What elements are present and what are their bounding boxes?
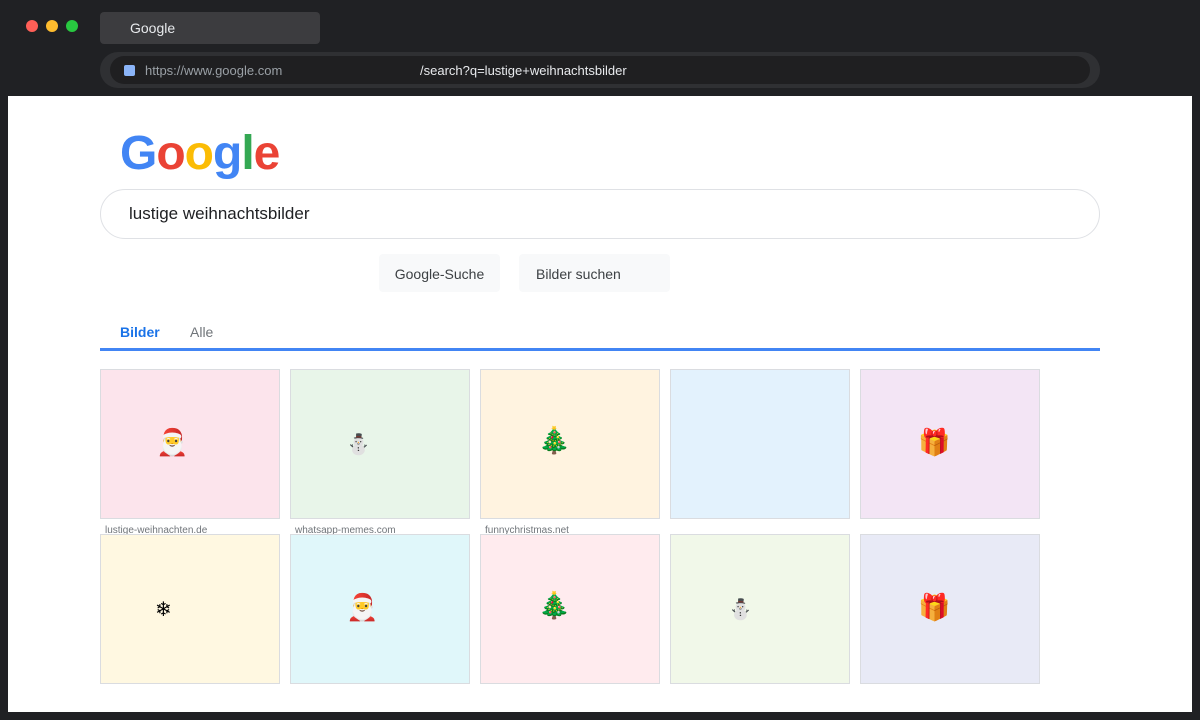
tab-all[interactable]: Alle (190, 324, 213, 340)
christmas-tree-icon: 🎄 (538, 591, 571, 621)
logo-letter: e (253, 127, 281, 180)
url-host: https://www.google.com (145, 63, 283, 78)
search-box[interactable] (100, 189, 1100, 239)
image-result[interactable]: ❄ (100, 534, 280, 684)
snowman-icon: ⛄ (728, 597, 753, 621)
logo-letter: o (184, 127, 214, 180)
image-result[interactable]: 🎅 (100, 369, 280, 519)
snowman-icon: ⛄ (346, 432, 371, 456)
gift-icon: 🎁 (918, 428, 951, 458)
tab-images[interactable]: Bilder (120, 324, 160, 340)
logo-letter: l (241, 127, 254, 180)
snowflake-icon: ❄ (155, 597, 172, 621)
url-path: /search?q=lustige+weihnachtsbilder (420, 63, 627, 78)
google-logo[interactable]: Google (120, 126, 281, 181)
minimize-window-button[interactable] (46, 20, 58, 32)
close-window-button[interactable] (26, 20, 38, 32)
image-search-button[interactable]: Bilder suchen (519, 254, 670, 292)
search-tabs: Bilder Alle (100, 318, 1100, 351)
image-result[interactable]: ⛄ (670, 534, 850, 684)
google-search-button[interactable]: Google-Suche (379, 254, 500, 292)
image-result[interactable]: 🎄 (480, 369, 660, 519)
christmas-tree-icon: 🎄 (538, 426, 571, 456)
image-result[interactable] (670, 369, 850, 519)
logo-letter: g (213, 127, 242, 180)
image-result[interactable]: 🎄 (480, 534, 660, 684)
address-bar[interactable]: https://www.google.com /search?q=lustige… (100, 52, 1100, 88)
image-result[interactable]: 🎁 (860, 534, 1040, 684)
browser-chrome: Google https://www.google.com /search?q=… (0, 0, 1200, 96)
page-content: Google Google-Suche Bilder suchen Bilder… (8, 96, 1192, 712)
tab-title: Google (130, 20, 176, 36)
gift-icon: 🎁 (918, 593, 951, 623)
image-result[interactable]: 🎅 (290, 534, 470, 684)
logo-letter: G (120, 127, 157, 180)
santa-icon: 🎅 (346, 593, 379, 623)
browser-tab[interactable]: Google (100, 12, 320, 44)
image-result[interactable]: ⛄ (290, 369, 470, 519)
site-info-icon[interactable] (124, 65, 135, 76)
logo-letter: o (156, 127, 185, 180)
maximize-window-button[interactable] (66, 20, 78, 32)
santa-icon: 🎅 (156, 428, 189, 458)
search-input[interactable] (129, 202, 1069, 226)
image-result[interactable]: 🎁 (860, 369, 1040, 519)
